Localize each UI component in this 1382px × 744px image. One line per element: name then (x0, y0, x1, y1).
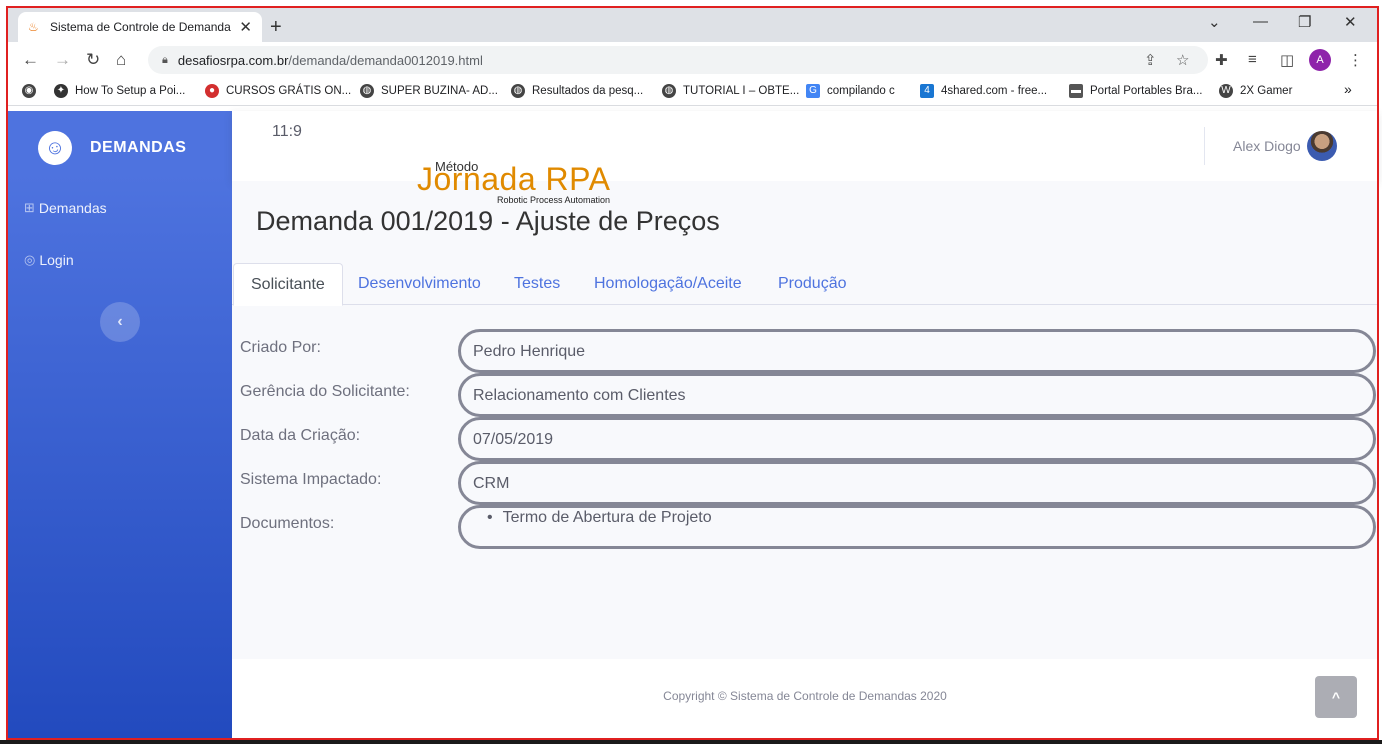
laugh-wink-icon: ☺ (34, 127, 76, 169)
chevron-up-icon: ^ (1331, 689, 1341, 705)
page-title: Demanda 001/2019 - Ajuste de Preços (256, 206, 720, 236)
document-link[interactable]: Termo de Abertura de Projeto (487, 509, 1361, 527)
site-favicon-icon: ♨ (28, 20, 39, 34)
bookmark-item[interactable]: ◍ TUTORIAL I – OBTE... (662, 84, 799, 98)
footer: Copyright © Sistema de Controle de Deman… (232, 659, 1378, 739)
translate-icon: G (806, 84, 820, 98)
bookmark-item[interactable]: W 2X Gamer (1219, 84, 1292, 98)
bookmarks-bar: ◉ ✦ How To Setup a Poi... ● CURSOS GRÁTIS … (8, 78, 1378, 106)
browser-toolbar: ← → ↻ ⌂ 🔒︎ desafiosrpa.com.br/demanda/de… (8, 42, 1378, 78)
demand-tabs: Solicitante Desenvolvimento Testes Homol… (232, 263, 1378, 306)
sistema-impactado-field: CRM (458, 461, 1376, 505)
bookmark-star-icon[interactable]: ☆ (1176, 51, 1189, 69)
side-panel-icon[interactable]: ◫ (1280, 51, 1294, 69)
field-label: Criado Por: (240, 339, 321, 356)
4shared-icon: 4 (920, 84, 934, 98)
browser-tab-strip: ♨ Sistema de Controle de Demanda ✕ + ⌄ —… (8, 8, 1378, 42)
window-close-icon[interactable]: ✕ (1344, 13, 1357, 31)
brand-text: DEMANDAS (90, 139, 187, 156)
field-label: Sistema Impactado: (240, 471, 382, 488)
topbar: 11:9 Alex Diogo (232, 111, 1378, 181)
tab-close-icon[interactable]: ✕ (239, 18, 252, 36)
globe-icon: ◍ (360, 84, 374, 98)
field-label: Gerência do Solicitante: (240, 383, 410, 400)
menu-kebab-icon[interactable]: ⋮ (1348, 51, 1363, 69)
tab-title: Sistema de Controle de Demanda (50, 20, 231, 34)
minimize-icon[interactable]: — (1253, 13, 1268, 30)
criado-por-field: Pedro Henrique (458, 329, 1376, 373)
address-bar[interactable]: 🔒︎ desafiosrpa.com.br/demanda/demanda001… (148, 46, 1208, 74)
clock: 11:9 (272, 123, 302, 140)
gerencia-field: Relacionamento com Clientes (458, 373, 1376, 417)
bookmark-item[interactable]: Gcompilando c (806, 84, 895, 98)
sidebar-item-demandas[interactable]: ⊞ Demandas (24, 200, 107, 216)
new-tab-button[interactable]: + (270, 16, 282, 39)
bookmark-item[interactable]: ▬ Portal Portables Bra... (1069, 84, 1203, 98)
share-icon[interactable]: ⇪ (1144, 51, 1157, 69)
tab-producao[interactable]: Produção (761, 263, 864, 305)
bookmark-item[interactable]: ◍ SUPER BUZINA- AD... (360, 84, 498, 98)
bookmark-item[interactable]: ● CURSOS GRÁTIS ON... (205, 84, 351, 98)
form-row-sistema: Sistema Impactado: CRM (232, 461, 1378, 505)
tab-search-chevron-icon[interactable]: ⌄ (1208, 13, 1221, 31)
profile-avatar[interactable]: A (1309, 49, 1331, 71)
wordpress-icon: W (1219, 84, 1233, 98)
sidebar-item-label: Login (39, 252, 74, 268)
form-row-criado-por: Criado Por: Pedro Henrique (232, 329, 1378, 373)
tab-desenvolvimento[interactable]: Desenvolvimento (341, 263, 498, 305)
url-domain: desafiosrpa.com.br (177, 52, 289, 68)
topbar-divider (1204, 127, 1205, 165)
bookmark-item[interactable]: 4 4shared.com - free... (920, 84, 1047, 98)
reading-list-icon[interactable]: ≡ (1248, 51, 1257, 68)
back-arrow-icon[interactable]: ← (22, 50, 39, 70)
sidebar-toggle-button[interactable]: ‹ (100, 302, 140, 342)
user-name[interactable]: Alex Diogo (1233, 138, 1301, 154)
sidebar-item-label: Demandas (38, 200, 107, 216)
url-path: /demanda/demanda0012019.html (288, 52, 483, 68)
bookmark-item[interactable]: ◍ Resultados da pesq... (511, 84, 643, 98)
bookmark-item[interactable]: ✦ How To Setup a Poi... (54, 84, 185, 98)
scroll-to-top-button[interactable]: ^ (1315, 676, 1357, 718)
extensions-puzzle-icon[interactable]: ✚ (1215, 51, 1228, 69)
bookmark-site-icon: ● (205, 84, 219, 98)
restore-icon[interactable]: ❐ (1298, 13, 1311, 31)
more-bookmarks-icon[interactable]: » (1344, 81, 1352, 97)
field-label: Data da Criação: (240, 427, 361, 444)
taskbar-strip (0, 740, 1382, 744)
forward-arrow-icon[interactable]: → (54, 50, 71, 70)
copyright-text: Copyright © Sistema de Controle de Deman… (663, 689, 947, 703)
sidebar-item-login[interactable]: ◎ Login (24, 252, 74, 268)
main-content: Jornada RPA Método Robotic Process Autom… (232, 159, 1378, 659)
table-icon: ⊞ (24, 200, 35, 215)
form-row-data-criacao: Data da Criação: 07/05/2019 (232, 417, 1378, 461)
logo-sub-text: Robotic Process Automation (497, 195, 611, 205)
documentos-field: Termo de Abertura de Projeto (458, 505, 1376, 549)
lock-icon: 🔒︎ (162, 53, 168, 66)
browser-tab[interactable]: ♨ Sistema de Controle de Demanda ✕ (18, 12, 262, 42)
home-icon[interactable]: ⌂ (116, 50, 126, 70)
jornada-rpa-logo: Jornada RPA Método Robotic Process Autom… (417, 159, 627, 209)
globe-icon: ◍ (511, 84, 525, 98)
chevron-left-icon: ‹ (117, 313, 123, 330)
bookmarks-apps-icon[interactable]: ◉ (22, 84, 43, 98)
logo-top-text: Método (435, 159, 479, 174)
tab-homologacao[interactable]: Homologação/Aceite (577, 263, 759, 305)
sidebar-brand[interactable]: ☺ DEMANDAS (34, 127, 187, 169)
form-row-gerencia: Gerência do Solicitante: Relacionamento … (232, 373, 1378, 417)
tab-solicitante[interactable]: Solicitante (233, 263, 343, 306)
user-circle-icon: ◎ (24, 252, 36, 267)
bookmark-site-icon: ▬ (1069, 84, 1083, 98)
user-avatar[interactable] (1307, 131, 1337, 161)
tab-testes[interactable]: Testes (497, 263, 577, 305)
form-row-documentos: Documentos: Termo de Abertura de Projeto (232, 505, 1378, 549)
field-label: Documentos: (240, 515, 335, 532)
bookmark-site-icon: ✦ (54, 84, 68, 98)
data-criacao-field: 07/05/2019 (458, 417, 1376, 461)
globe-icon: ◍ (662, 84, 676, 98)
reload-icon[interactable]: ↻ (86, 50, 100, 70)
sidebar: ☺ DEMANDAS ⊞ Demandas ◎ Login ‹ (8, 111, 232, 740)
